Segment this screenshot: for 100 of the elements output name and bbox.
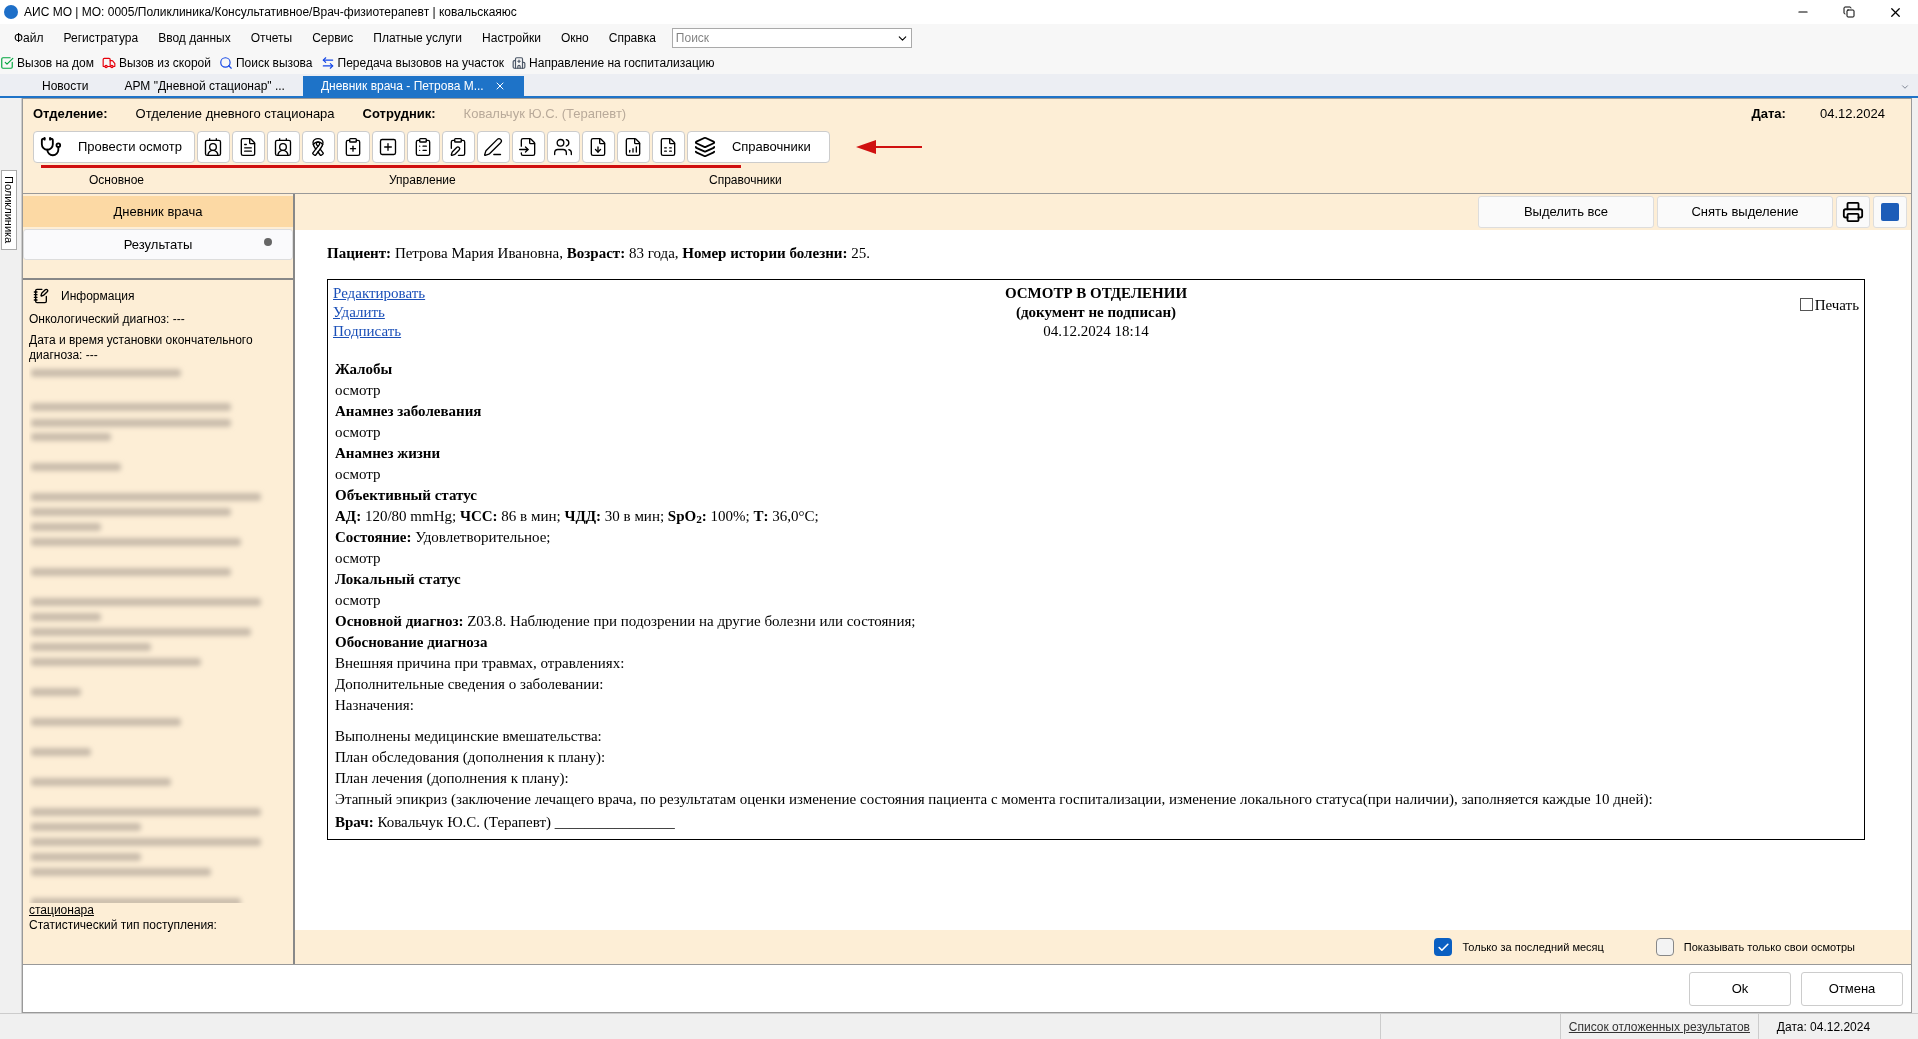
document-text: Внешняя причина при травмах, отравлениях:: [335, 653, 626, 673]
badge-icon: [273, 137, 294, 157]
toolbar-icon-button[interactable]: [301, 131, 335, 163]
toolbar-icon-button[interactable]: [616, 131, 650, 163]
department-value: Отделение дневного стационара: [135, 105, 335, 124]
select-button[interactable]: Выделить все: [1478, 196, 1654, 228]
menu-item[interactable]: Справка: [598, 29, 666, 47]
restore-icon: [1843, 6, 1855, 18]
document-text: АД: 120/80 mmHg; ЧСС: 86 в мин; ЧДД: 30 в мин; SpO$_{2}$: 100%; Т: 36,0°C;: [335, 506, 820, 527]
filter-checkbox[interactable]: [1655, 938, 1674, 956]
card-icon: [203, 137, 224, 157]
document-text: осмотр: [335, 422, 382, 442]
toolbar-button[interactable]: Вызов на дом: [0, 54, 94, 72]
document-text: осмотр: [335, 464, 382, 484]
pen-icon: [483, 137, 504, 157]
menu-item[interactable]: Настройки: [472, 29, 551, 47]
toolbar-icon-button[interactable]: [476, 131, 510, 163]
document-text: План обследования (дополнения к плану):: [335, 747, 607, 767]
field-label: Сотрудник:: [362, 105, 436, 124]
dialog-button[interactable]: Ok: [1689, 971, 1791, 1006]
document-link[interactable]: Редактировать: [333, 283, 426, 303]
status-date: Дата: 04.12.2024: [1776, 1018, 1871, 1036]
section-heading: Обоснование диагноза: [335, 632, 489, 652]
search-field[interactable]: Поиск: [671, 28, 912, 48]
info-link[interactable]: стационара: [29, 903, 287, 918]
menu-item[interactable]: Отчеты: [240, 29, 303, 47]
stethoscope-icon: [40, 136, 62, 158]
document-text: Выполнены медицинские вмешательства:: [335, 726, 603, 746]
window-title: АИС МО | МО: 0005/Поликлиника/Консультативное/Врач-физиотерапевт | ковальскаяюс: [24, 4, 517, 21]
toolbar-icon-button[interactable]: [406, 131, 440, 163]
transfer-icon: [320, 56, 335, 70]
info-text: Дата и время установки окончательного диагноза: ---: [29, 333, 254, 363]
toolbar-icon-button[interactable]: [371, 131, 405, 163]
print-button[interactable]: [1836, 196, 1870, 228]
document-text: Состояние: Удовлетворительное;: [335, 527, 552, 547]
signature-line: Врач: Ковальчук Ю.С. (Терапевт) ________________: [335, 812, 676, 832]
toolbar-icon-button[interactable]: [266, 131, 300, 163]
check-icon: [1437, 940, 1450, 954]
document-tab[interactable]: Новости: [24, 76, 107, 96]
people-icon: [553, 137, 574, 157]
menu-item[interactable]: Окно: [550, 29, 599, 47]
document-text: Дополнительные сведения о заболевании:: [335, 674, 605, 694]
checkbox-label: Только за последний месяц: [1462, 939, 1604, 955]
ambulance-icon: [101, 56, 116, 70]
section-heading: Анамнез заболевания: [335, 401, 483, 421]
toolbar-icon-button[interactable]: [651, 131, 685, 163]
info-text: Статистический тип поступления:: [29, 918, 218, 933]
deferred-results-link[interactable]: Список отложенных результатов: [1568, 1017, 1750, 1036]
toolbar-icon-button[interactable]: [336, 131, 370, 163]
toolbar-button[interactable]: Вызов из скорой: [101, 54, 211, 72]
filter-checkbox[interactable]: [1434, 938, 1453, 956]
document-text: осмотр: [335, 590, 382, 610]
document-tab[interactable]: АРМ "Дневной стационар" ...: [106, 76, 303, 96]
document-text: осмотр: [335, 380, 382, 400]
sidebar-tab[interactable]: Результаты: [23, 228, 293, 260]
section-heading: Анамнез жизни: [335, 443, 442, 463]
toolbar-icon-button[interactable]: [231, 131, 265, 163]
document-tab[interactable]: Дневник врача - Петрова М...: [302, 76, 524, 96]
field-label: Дата:: [1751, 105, 1786, 124]
toolbar-icon-button[interactable]: [546, 131, 580, 163]
menu-item[interactable]: Файл: [4, 29, 54, 47]
toolbar-button[interactable]: Направление на госпитализацию: [512, 54, 715, 72]
app-icon: [4, 5, 18, 19]
toolbar-button[interactable]: Передача вызовов на участок: [320, 54, 505, 72]
document-link[interactable]: Удалить: [333, 302, 385, 322]
group-label: Управление: [389, 172, 457, 189]
toolbar-icon-button[interactable]: [196, 131, 230, 163]
document-link[interactable]: Подписать: [333, 321, 402, 341]
select-button[interactable]: Снять выделение: [1657, 196, 1833, 228]
reference-button[interactable]: Справочники: [686, 131, 830, 163]
search-icon: [219, 56, 233, 70]
section-heading: Жалобы: [335, 359, 394, 379]
toolbar-icon-button[interactable]: [511, 131, 545, 163]
menu-item[interactable]: Сервис: [302, 29, 364, 47]
toolbar-icon-button[interactable]: [441, 131, 475, 163]
section-heading: Объективный статус: [335, 485, 478, 505]
menu-item[interactable]: Ввод данных: [148, 29, 241, 47]
examine-button[interactable]: Провести осмотр: [33, 131, 195, 163]
section-title: Информация: [61, 288, 135, 305]
dialog-button[interactable]: Отмена: [1801, 971, 1903, 1006]
word-export-button[interactable]: [1873, 196, 1907, 228]
group-label: Основное: [89, 172, 145, 189]
menu-item[interactable]: Регистратура: [53, 29, 149, 47]
info-text: Онкологический диагноз: ---: [29, 312, 186, 327]
document-text: Этапный эпикриз (заключение лечащего врача, по результатам оценки изменение состояния пациента с момента госпитализации, изменение локального статуса(при наличии), заполняется каждые 10 дней):: [335, 789, 1654, 809]
print-checkbox[interactable]: Печать: [1799, 293, 1859, 316]
document-datetime: 04.12.2024 18:14: [1043, 321, 1149, 341]
document-text: Основной диагноз: Z03.8. Наблюдение при подозрении на другие болезни или состояния;: [335, 611, 917, 631]
layers-icon: [693, 136, 716, 158]
document-title: ОСМОТР В ОТДЕЛЕНИИ: [1004, 283, 1188, 303]
toolbar-icon-button[interactable]: [581, 131, 615, 163]
checkbox-label: Показывать только свои осмотры: [1683, 939, 1855, 955]
section-heading: Локальный статус: [335, 569, 462, 589]
toolbar-button[interactable]: Поиск вызова: [219, 54, 313, 72]
side-tab[interactable]: Поликлиника: [1, 170, 17, 250]
document-status: (документ не подписан): [1015, 302, 1177, 322]
menu-item[interactable]: Платные услуги: [363, 29, 473, 47]
document-text: Назначения:: [335, 695, 415, 715]
sidebar-tab[interactable]: Дневник врача: [23, 196, 293, 227]
employee-value: Ковальчук Ю.С. (Терапевт): [463, 105, 627, 124]
